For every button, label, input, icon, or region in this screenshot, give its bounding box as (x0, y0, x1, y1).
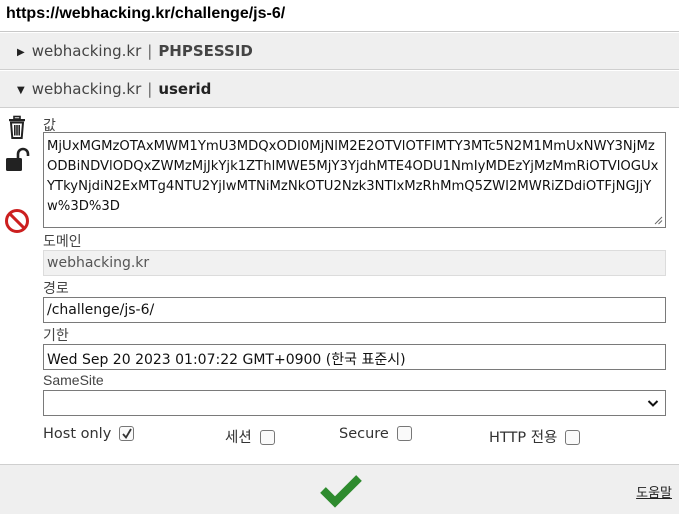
session-checkbox[interactable] (259, 430, 275, 445)
samesite-label: SameSite (43, 372, 104, 388)
expires-field[interactable]: Wed Sep 20 2023 01:07:22 GMT+0900 (한국 표준… (43, 344, 666, 370)
resize-grip-icon[interactable] (653, 215, 663, 225)
cookie-row-userid[interactable]: ▼ webhacking.kr | userid (0, 71, 679, 108)
checkbox-check-icon (122, 428, 133, 440)
save-checkmark-icon[interactable] (318, 473, 364, 509)
cookie-name: userid (158, 80, 212, 98)
http-only-checkbox[interactable] (565, 430, 581, 445)
http-only-option[interactable]: HTTP 전용 (489, 426, 581, 447)
path-label: 경로 (43, 280, 69, 296)
cookie-separator: | (147, 80, 153, 98)
cookie-flags: Host only 세션 Secure HTTP 전용 (43, 426, 666, 448)
http-only-label: HTTP 전용 (489, 430, 558, 446)
cookie-separator: | (147, 42, 153, 60)
samesite-select[interactable] (43, 390, 666, 416)
session-label: 세션 (225, 430, 252, 446)
trash-icon[interactable] (4, 114, 30, 140)
chevron-down-icon (647, 400, 659, 407)
host-only-checkbox[interactable] (119, 426, 135, 441)
path-field[interactable]: /challenge/js-6/ (43, 297, 666, 323)
secure-label: Secure (339, 426, 389, 442)
secure-checkbox[interactable] (396, 426, 412, 441)
expires-label: 기한 (43, 327, 69, 343)
cookie-editor: 값 MjUxMGMzOTAxMWM1YmU3MDQxODI0MjNlM2E2OT… (0, 108, 679, 464)
session-option[interactable]: 세션 (225, 426, 275, 447)
cookie-value-textarea[interactable]: MjUxMGMzOTAxMWM1YmU3MDQxODI0MjNlM2E2OTVl… (43, 132, 666, 228)
cookie-domain: webhacking.kr (31, 42, 142, 60)
host-only-option[interactable]: Host only (43, 426, 135, 442)
unlock-icon[interactable] (4, 147, 30, 173)
cookie-name: PHPSESSID (158, 42, 253, 60)
host-only-label: Host only (43, 426, 112, 442)
domain-label: 도메인 (43, 233, 82, 249)
help-link[interactable]: 도움말 (636, 482, 672, 501)
cookie-value-text: MjUxMGMzOTAxMWM1YmU3MDQxODI0MjNlM2E2OTVl… (47, 139, 659, 214)
block-icon[interactable] (4, 208, 30, 234)
collapsed-triangle-icon: ▶ (17, 47, 25, 58)
secure-option[interactable]: Secure (339, 426, 412, 442)
cookie-row-phpsessid[interactable]: ▶ webhacking.kr | PHPSESSID (0, 33, 679, 70)
expanded-triangle-icon: ▼ (17, 85, 25, 96)
footer-bar: 도움말 (0, 464, 679, 514)
cookie-domain: webhacking.kr (31, 80, 142, 98)
page-url: https://webhacking.kr/challenge/js-6/ (0, 0, 679, 32)
domain-field: webhacking.kr (43, 250, 666, 276)
